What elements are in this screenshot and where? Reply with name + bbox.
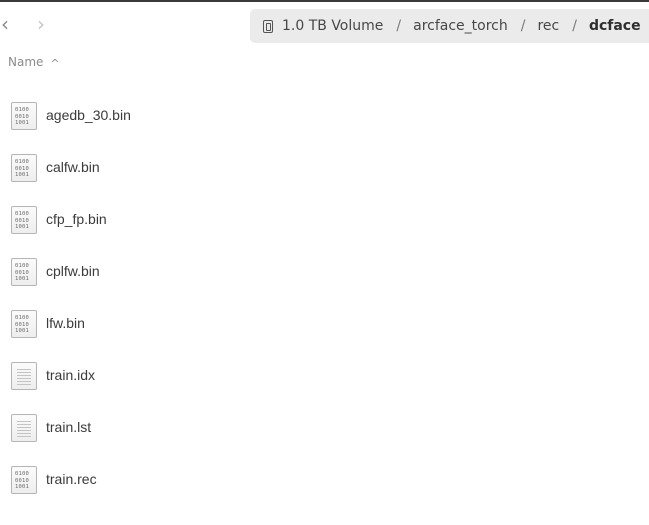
list-item[interactable]: 0100 0010 1001 lfw.bin (0, 298, 649, 350)
file-name: train.lst (46, 419, 92, 435)
breadcrumb-current-dcface[interactable]: dcface (589, 18, 641, 34)
breadcrumb-rec[interactable]: rec (537, 18, 559, 34)
list-item[interactable]: 0100 0010 1001 cfp_fp.bin (0, 194, 649, 246)
chevron-left-icon[interactable]: ‹ (0, 13, 14, 35)
breadcrumb: 1.0 TB Volume / arcface_torch / rec / dc… (250, 9, 649, 43)
sort-ascending-icon: ^ (50, 56, 60, 70)
text-file-icon (11, 362, 37, 390)
list-item[interactable]: 0100 0010 1001 train.rec (0, 454, 649, 506)
drive-icon[interactable] (263, 19, 273, 33)
binary-file-icon: 0100 0010 1001 (11, 206, 37, 234)
file-name: lfw.bin (46, 315, 85, 331)
file-name: calfw.bin (46, 159, 100, 175)
name-column-header[interactable]: Name ^ (8, 54, 60, 70)
binary-file-icon: 0100 0010 1001 (11, 258, 37, 286)
breadcrumb-arcface-torch[interactable]: arcface_torch (413, 18, 508, 34)
list-item[interactable]: train.idx (0, 350, 649, 402)
breadcrumb-volume[interactable]: 1.0 TB Volume (282, 18, 383, 34)
list-item[interactable]: 0100 0010 1001 agedb_30.bin (0, 90, 649, 142)
chevron-right-icon[interactable]: › (32, 13, 50, 35)
file-name: cfp_fp.bin (46, 211, 107, 227)
list-item[interactable]: 0100 0010 1001 calfw.bin (0, 142, 649, 194)
list-item[interactable]: train.lst (0, 402, 649, 454)
toolbar: ‹ › 1.0 TB Volume / arcface_torch / rec … (0, 2, 649, 46)
breadcrumb-separator: / (520, 18, 526, 34)
list-item[interactable]: 0100 0010 1001 cplfw.bin (0, 246, 649, 298)
breadcrumb-separator: / (396, 18, 402, 34)
file-name: cplfw.bin (46, 263, 100, 279)
binary-file-icon: 0100 0010 1001 (11, 102, 37, 130)
file-name: agedb_30.bin (46, 107, 131, 123)
breadcrumb-separator: / (572, 18, 577, 34)
text-file-icon (11, 414, 37, 442)
binary-file-icon: 0100 0010 1001 (11, 466, 37, 494)
file-list: 0100 0010 1001 agedb_30.bin 0100 0010 10… (0, 90, 649, 506)
binary-file-icon: 0100 0010 1001 (11, 154, 37, 182)
name-column-label: Name (8, 55, 44, 69)
binary-file-icon: 0100 0010 1001 (11, 310, 37, 338)
file-name: train.idx (46, 367, 96, 383)
file-name: train.rec (46, 471, 97, 487)
